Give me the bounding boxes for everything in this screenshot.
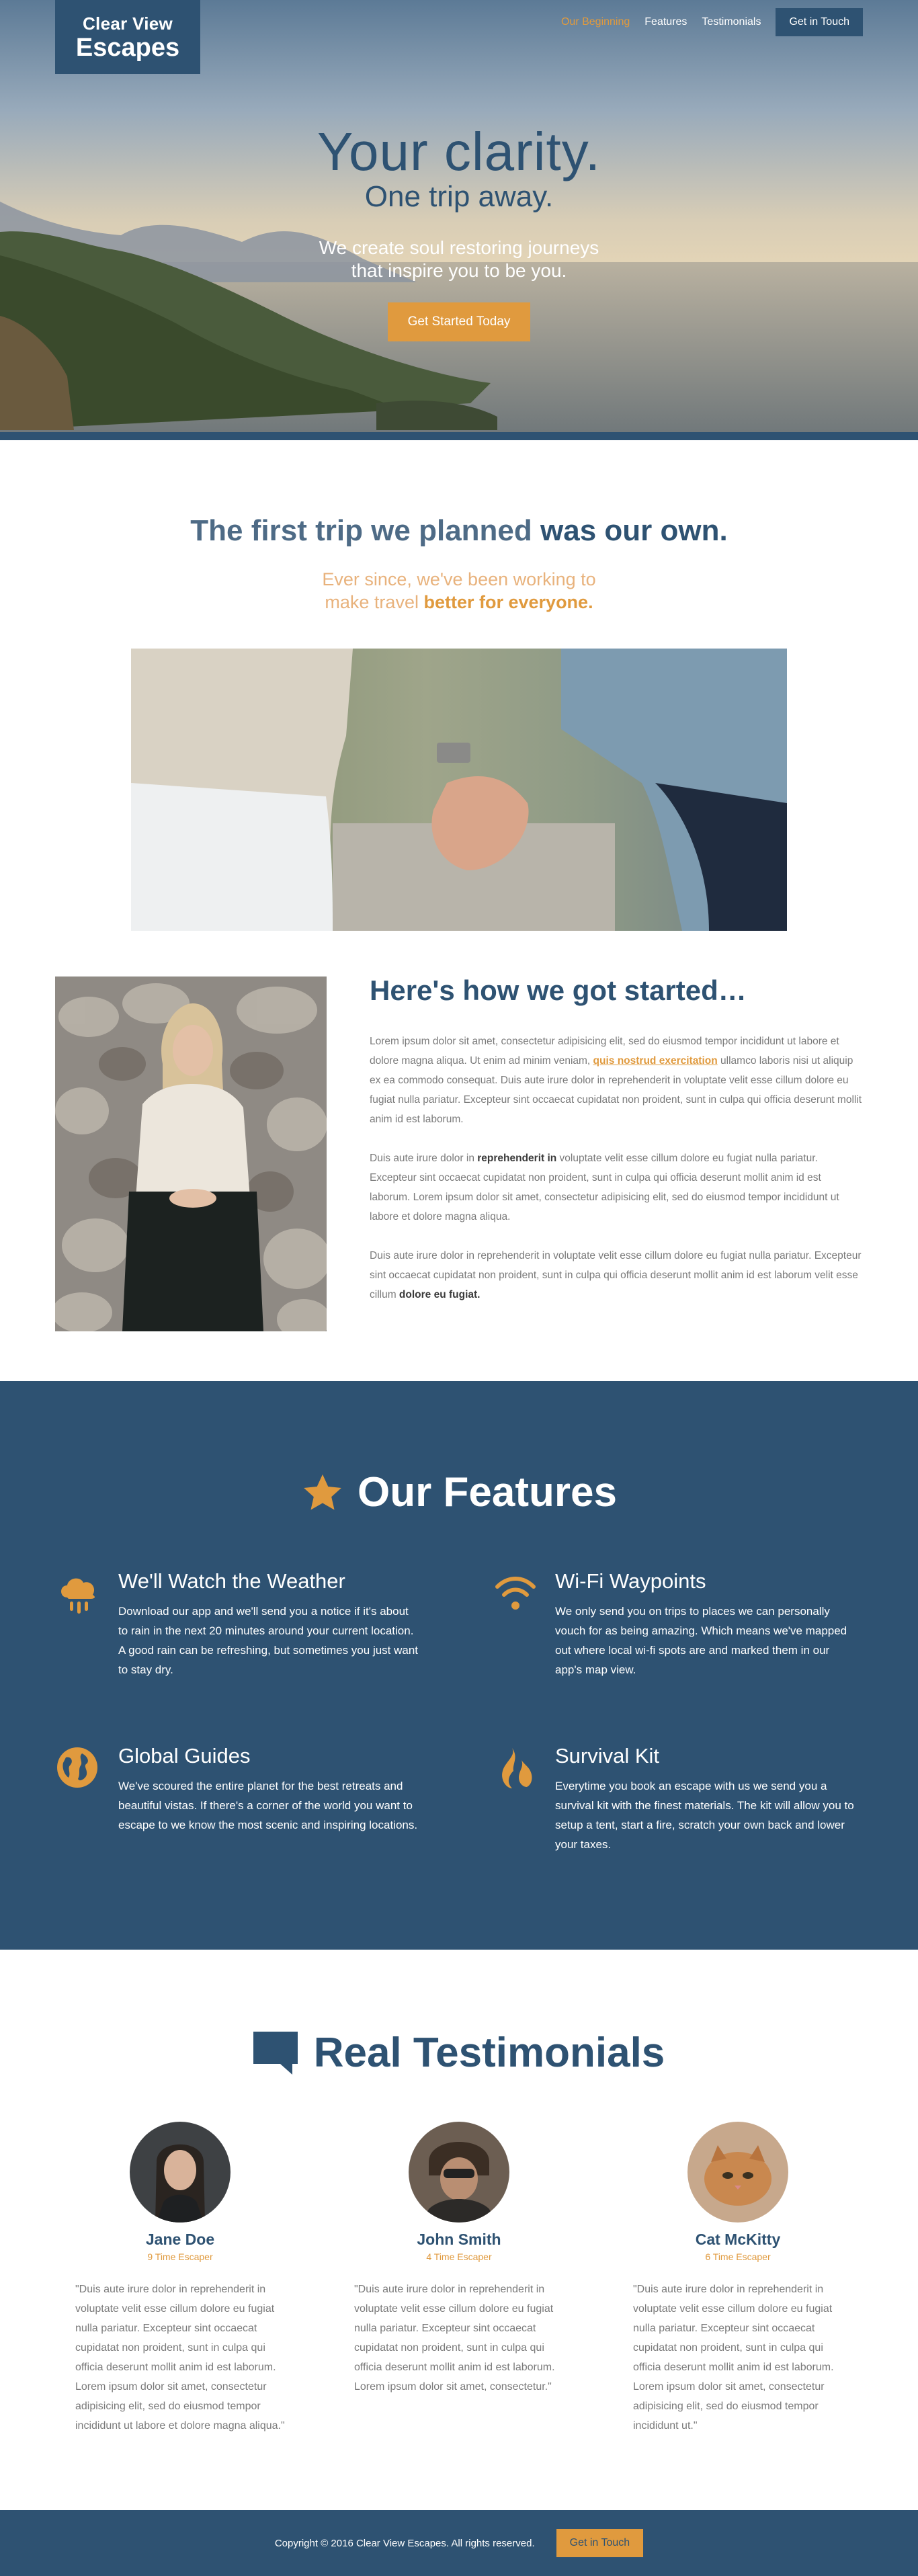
feature-title: Survival Kit: [555, 1744, 660, 1768]
footer-get-in-touch-button[interactable]: Get in Touch: [556, 2529, 644, 2557]
feature-text: We only send you on trips to places we c…: [555, 1605, 847, 1676]
nav-link-testimonials[interactable]: Testimonials: [702, 16, 761, 28]
nav-get-in-touch-button[interactable]: Get in Touch: [776, 8, 863, 36]
story-sub-line-1: Ever since, we've been working to: [322, 569, 596, 589]
feature-title: We'll Watch the Weather: [118, 1569, 345, 1593]
main-nav: Our Beginning Features Testimonials Get …: [561, 8, 863, 36]
hero-description: We create soul restoring journeys that i…: [0, 237, 918, 282]
testimonial-quote: "Duis aute irure dolor in reprehenderit …: [633, 2284, 834, 2432]
testimonial-quote: "Duis aute irure dolor in reprehenderit …: [75, 2284, 285, 2432]
story-sub-line-2-light: make travel: [325, 592, 419, 612]
feature-text: We've scoured the entire planet for the …: [118, 1780, 418, 1831]
globe-icon: [57, 1747, 97, 1788]
testimonial-name: John Smith: [417, 2231, 501, 2248]
wifi-icon: [495, 1577, 536, 1610]
avatar: [687, 2122, 788, 2222]
testimonial-card: John Smith 4 Time Escaper "Duis aute iru…: [354, 2122, 564, 2397]
avatar: [409, 2122, 509, 2222]
brand-line-2: Escapes: [75, 33, 180, 62]
hero-description-line-2: that inspire you to be you.: [351, 260, 567, 281]
footer-copyright: Copyright © 2016 Clear View Escapes. All…: [274, 2537, 535, 2549]
features-section: Our Features We'll Watch the Weather Dow…: [0, 1381, 918, 1950]
testimonials-heading-bold: Testimonials: [413, 2030, 665, 2076]
started-heading: Here's how we got started…: [370, 974, 747, 1006]
story-heading-bold: was our own.: [540, 514, 728, 547]
features-heading-light: Our: [358, 1469, 432, 1515]
avatar: [130, 2122, 231, 2222]
star-icon: [304, 1474, 341, 1510]
testimonial-escape-count: 6 Time Escaper: [705, 2251, 771, 2262]
testimonial-quote: "Duis aute irure dolor in reprehenderit …: [354, 2284, 555, 2393]
nav-link-our-beginning[interactable]: Our Beginning: [561, 16, 630, 28]
speech-bubble-icon: [253, 2031, 298, 2075]
story-subheading: Ever since, we've been working to make t…: [0, 568, 918, 614]
hero-subtitle: One trip away.: [364, 180, 554, 213]
testimonial-card: Cat McKitty 6 Time Escaper "Duis aute ir…: [633, 2122, 843, 2436]
nav-link-features[interactable]: Features: [644, 16, 687, 28]
story-inline-link[interactable]: quis nostrud exercitation: [593, 1055, 718, 1067]
started-body: Lorem ipsum dolor sit amet, consectetur …: [370, 1032, 863, 1324]
hero-title: Your clarity.: [317, 122, 601, 181]
features-heading: Our Features: [0, 1468, 918, 1516]
started-paragraph-3: Duis aute irure dolor in reprehenderit i…: [370, 1250, 862, 1300]
started-paragraph-1: Lorem ipsum dolor sit amet, consectetur …: [370, 1036, 862, 1125]
feature-text: Download our app and we'll send you a no…: [118, 1605, 419, 1676]
holding-hands-photo: [131, 649, 787, 931]
testimonial-escape-count: 4 Time Escaper: [426, 2251, 492, 2262]
get-started-button[interactable]: Get Started Today: [387, 302, 531, 341]
hero-section: Clear View Escapes Our Beginning Feature…: [0, 0, 918, 440]
testimonials-heading-light: Real: [313, 2030, 402, 2076]
cloud-rain-icon: [61, 1578, 95, 1614]
feature-title: Global Guides: [118, 1744, 251, 1768]
features-heading-bold: Features: [443, 1469, 617, 1515]
hero-description-line-1: We create soul restoring journeys: [319, 237, 599, 258]
hero-divider: [0, 432, 918, 440]
brand-logo[interactable]: Clear View Escapes: [55, 0, 200, 74]
testimonials-heading: Real Testimonials: [0, 2029, 918, 2077]
feature-title: Wi-Fi Waypoints: [555, 1569, 706, 1593]
testimonial-name: Cat McKitty: [695, 2231, 781, 2248]
story-sub-line-2-bold: better for everyone.: [423, 592, 593, 612]
started-paragraph-2: Duis aute irure dolor in reprehenderit i…: [370, 1153, 839, 1222]
testimonials-section: Real Testimonials Jane Doe 9 Time Escape…: [0, 1950, 918, 2510]
testimonial-escape-count: 9 Time Escaper: [147, 2251, 213, 2262]
testimonial-name: Jane Doe: [145, 2231, 215, 2248]
testimonial-card: Jane Doe 9 Time Escaper "Duis aute irure…: [75, 2122, 285, 2436]
footer: Copyright © 2016 Clear View Escapes. All…: [0, 2510, 918, 2576]
brand-line-1: Clear View: [82, 13, 173, 34]
fire-icon: [502, 1748, 532, 1788]
our-beginning-section: The first trip we planned was our own. E…: [0, 440, 918, 1381]
story-heading-light: The first trip we planned: [190, 514, 532, 547]
feature-text: Everytime you book an escape with us we …: [555, 1780, 854, 1851]
founder-photo: [55, 977, 327, 1331]
story-heading: The first trip we planned was our own.: [0, 514, 918, 548]
